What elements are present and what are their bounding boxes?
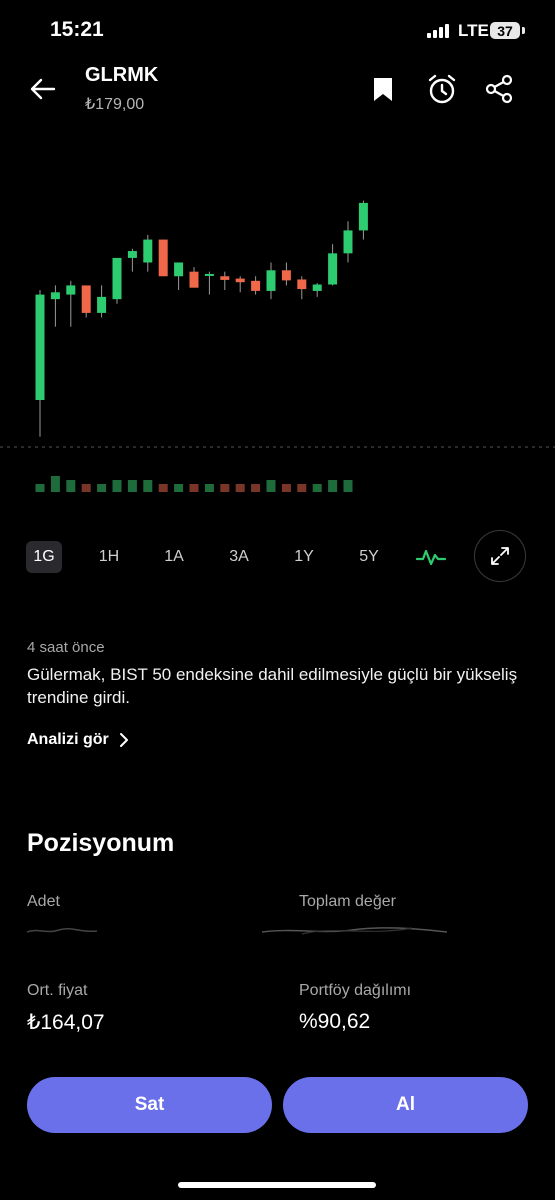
volume-bar <box>251 484 261 492</box>
share-icon <box>485 74 513 104</box>
range-tab-1y[interactable]: 1Y <box>286 541 322 573</box>
candle-body <box>281 270 291 281</box>
candle-body <box>328 253 338 285</box>
range-tab-1a[interactable]: 1A <box>156 541 192 573</box>
alarm-button[interactable] <box>425 70 459 108</box>
candle-body <box>66 285 76 295</box>
volume-bar <box>143 480 153 492</box>
chevron-right-icon <box>119 733 128 747</box>
sell-button[interactable]: Sat <box>27 1077 272 1133</box>
range-tab-1h[interactable]: 1H <box>91 541 127 573</box>
volume-bar <box>158 484 168 492</box>
battery-icon: 37 <box>490 22 520 39</box>
news-time: 4 saat önce <box>27 639 105 656</box>
signal-icon <box>427 24 449 38</box>
section-title-position: Pozisyonum <box>27 829 175 857</box>
volume-bar <box>174 484 184 492</box>
volume-bar <box>112 480 122 492</box>
candle-body <box>297 279 307 290</box>
portfolio-share-label: Portföy dağılımı <box>299 982 412 999</box>
candle-body <box>204 273 214 276</box>
volume-bar <box>127 480 137 492</box>
home-indicator <box>178 1182 376 1188</box>
candle-body <box>97 296 107 313</box>
volume-bar <box>189 484 199 492</box>
volume-bar <box>266 480 276 492</box>
volume-bar <box>66 480 76 492</box>
price-chart[interactable] <box>0 170 555 510</box>
candle-body <box>50 292 60 300</box>
volume-bar <box>281 484 291 492</box>
portfolio-share-value: %90,62 <box>299 1010 371 1033</box>
pulse-line-icon <box>416 549 446 566</box>
volume-bar <box>204 484 214 492</box>
candle-body <box>220 276 230 280</box>
masked-total-value <box>262 927 447 935</box>
volume-bar <box>220 484 230 492</box>
candle-body <box>112 257 122 300</box>
total-value-label: Toplam değer <box>299 893 396 910</box>
bookmark-icon <box>374 77 392 101</box>
volume-bar <box>235 484 245 492</box>
buy-button[interactable]: Al <box>283 1077 528 1133</box>
candle-body <box>158 239 168 277</box>
volume-bar <box>343 480 353 492</box>
candle-body <box>343 230 353 254</box>
battery-tip <box>522 27 525 34</box>
candle-body <box>251 280 261 291</box>
range-tab-5y[interactable]: 5Y <box>351 541 387 573</box>
view-analysis-label: Analizi gör <box>27 731 109 748</box>
candle-body <box>266 270 276 291</box>
candle-body <box>358 202 368 231</box>
range-tab-1g[interactable]: 1G <box>26 541 62 573</box>
status-time: 15:21 <box>50 18 104 41</box>
avg-price-label: Ort. fiyat <box>27 982 88 999</box>
masked-quantity <box>27 928 97 933</box>
chart-type-button[interactable] <box>414 541 448 573</box>
arrow-left-icon <box>30 78 56 100</box>
news-headline[interactable]: Gülermak, BIST 50 endeksine dahil edilme… <box>27 663 527 709</box>
volume-bar <box>50 476 60 492</box>
bookmark-button[interactable] <box>366 70 400 108</box>
candle-body <box>189 271 199 288</box>
alarm-clock-icon <box>428 74 456 104</box>
volume-bar <box>328 480 338 492</box>
volume-bar <box>97 484 107 492</box>
expand-icon <box>491 547 509 565</box>
view-analysis-link[interactable]: Analizi gör <box>27 731 129 749</box>
back-button[interactable] <box>26 72 60 106</box>
volume-bar <box>297 484 307 492</box>
candle-body <box>127 251 137 258</box>
volume-bar <box>312 484 322 492</box>
network-label: LTE <box>458 21 489 40</box>
candle-body <box>312 284 322 291</box>
candle-body <box>174 262 184 277</box>
share-button[interactable] <box>482 70 516 108</box>
candle-body <box>235 278 245 283</box>
expand-chart-button[interactable] <box>474 530 526 582</box>
candle-body <box>143 239 153 263</box>
avg-price-value: ₺164,07 <box>27 1011 105 1034</box>
candle-body <box>81 285 91 313</box>
volume-bar <box>35 484 45 492</box>
quantity-label: Adet <box>27 893 60 910</box>
volume-bar <box>81 484 91 492</box>
range-tab-3a[interactable]: 3A <box>221 541 257 573</box>
candle-body <box>35 294 45 400</box>
current-price: ₺179,00 <box>85 96 145 113</box>
ticker-symbol: GLRMK <box>85 64 159 86</box>
